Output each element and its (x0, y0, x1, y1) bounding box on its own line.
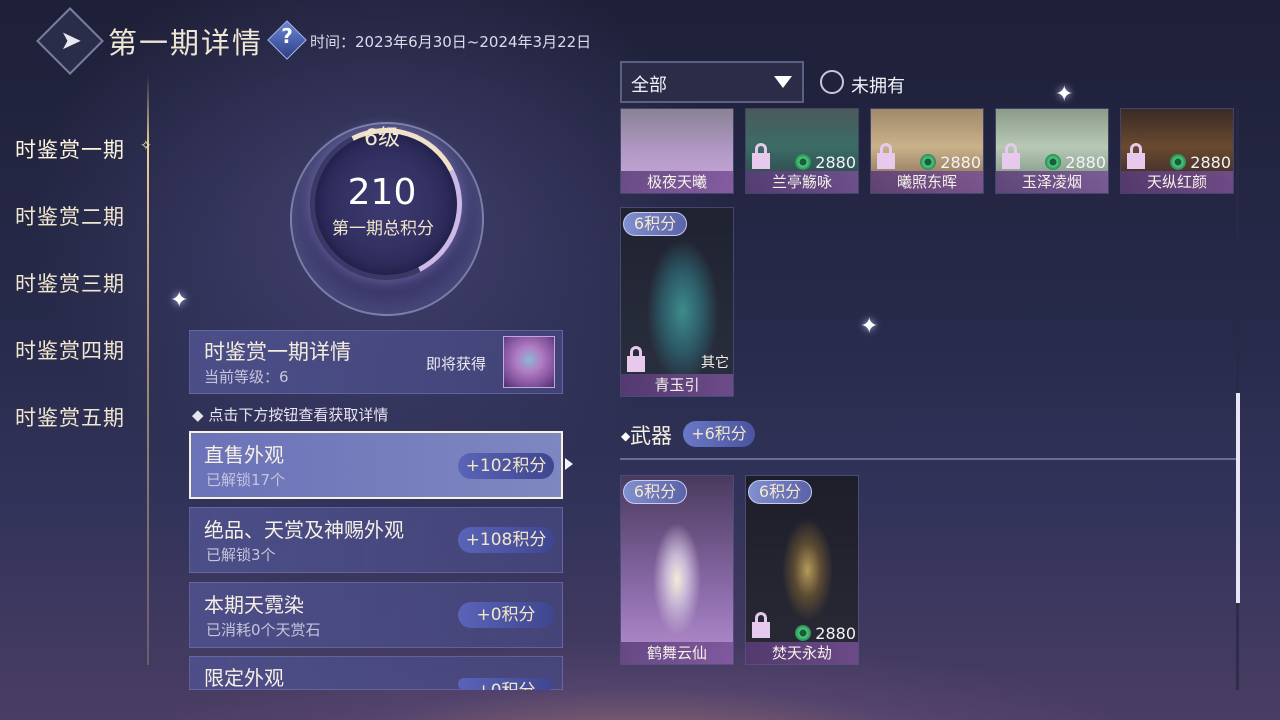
scrollbar-thumb[interactable] (1236, 393, 1240, 603)
source-title: 本期天霓染 (204, 593, 304, 617)
lock-icon (752, 143, 770, 171)
item-points-badge: 6积分 (748, 480, 812, 504)
item-card[interactable]: 6积分 其它 青玉引 (620, 207, 734, 397)
price-value: 2880 (815, 153, 856, 172)
nav-item-period-2[interactable]: 时鉴赏二期 (15, 201, 125, 231)
jade-coin-icon (795, 154, 812, 170)
item-name: 曦照东晖 (871, 171, 983, 193)
section-divider (620, 458, 1236, 460)
item-price: 2880 (1170, 153, 1231, 172)
period-label: 时间：2023年6月30日~2024年3月22日 (310, 33, 592, 51)
item-price: 2880 (795, 153, 856, 172)
source-points-badge: +0积分 (458, 678, 554, 690)
item-card[interactable]: 极夜天曦 (620, 108, 734, 194)
item-name: 玉泽凌烟 (996, 171, 1108, 193)
hint-label: 点击下方按钮查看获取详情 (208, 406, 389, 424)
price-value: 2880 (1065, 153, 1106, 172)
unowned-radio[interactable] (820, 70, 844, 94)
selected-arrow-icon (565, 458, 573, 470)
lock-icon (627, 346, 645, 374)
item-category-tag: 其它 (701, 355, 729, 371)
source-subtitle: 已解锁17个 (206, 471, 286, 489)
current-level: 当前等级：6 (204, 368, 289, 386)
item-art (621, 476, 733, 664)
level-label: 6级 (364, 126, 400, 151)
source-subtitle: 已消耗0个天赏石 (206, 621, 321, 639)
active-indicator-icon: ✧ (140, 138, 152, 154)
item-price: 2880 (920, 153, 981, 172)
back-arrow-icon: ➤ (60, 26, 82, 56)
item-card[interactable]: 2880 玉泽凌烟 (995, 108, 1109, 194)
lock-icon (1127, 143, 1145, 171)
sparkle-icon: ✦ (860, 314, 879, 339)
item-name: 天纵红颜 (1121, 171, 1233, 193)
price-value: 2880 (815, 624, 856, 643)
sparkle-icon: ✦ (170, 288, 189, 313)
item-name: 极夜天曦 (621, 171, 733, 193)
jade-coin-icon (1045, 154, 1062, 170)
dropdown-caret-icon (774, 76, 792, 88)
item-card[interactable]: 6积分 2880 焚天永劫 (745, 475, 859, 665)
total-score-label: 第一期总积分 (332, 219, 434, 239)
item-card[interactable]: 2880 天纵红颜 (1120, 108, 1234, 194)
jade-coin-icon (1170, 154, 1187, 170)
source-points-badge: +0积分 (458, 602, 554, 628)
sparkle-icon: ✦ (1055, 82, 1074, 107)
section-points-badge: +6积分 (683, 421, 755, 447)
item-price: 2880 (1045, 153, 1106, 172)
item-name: 青玉引 (621, 374, 733, 396)
question-mark-icon: ? (281, 24, 293, 48)
nav-item-period-3[interactable]: 时鉴赏三期 (15, 268, 125, 298)
lock-icon (752, 612, 770, 640)
item-name: 焚天永劫 (746, 642, 858, 664)
price-value: 2880 (940, 153, 981, 172)
unowned-label: 未拥有 (851, 76, 905, 97)
item-points-badge: 6积分 (623, 480, 687, 504)
jade-coin-icon (920, 154, 937, 170)
section-title: 武器 (630, 424, 672, 448)
section-bullet: ◆ (621, 429, 631, 443)
nav-item-period-5[interactable]: 时鉴赏五期 (15, 402, 125, 432)
filter-selected-value: 全部 (631, 75, 667, 96)
upcoming-reward-label: 即将获得 (426, 355, 487, 373)
source-points-badge: +108积分 (458, 527, 554, 553)
source-title: 绝品、天赏及神赐外观 (204, 518, 404, 542)
source-title: 限定外观 (204, 666, 284, 690)
item-name: 鹤舞云仙 (621, 642, 733, 664)
jade-coin-icon (795, 625, 812, 641)
lock-icon (877, 143, 895, 171)
hint-text: ◆ 点击下方按钮查看获取详情 (192, 406, 389, 424)
item-card[interactable]: 2880 兰亭觞咏 (745, 108, 859, 194)
item-points-badge: 6积分 (623, 212, 687, 236)
nav-divider (147, 75, 149, 665)
item-card[interactable]: 6积分 鹤舞云仙 (620, 475, 734, 665)
item-card[interactable]: 2880 曦照东晖 (870, 108, 984, 194)
source-subtitle: 已解锁3个 (206, 546, 276, 564)
detail-title: 时鉴赏一期详情 (204, 340, 351, 364)
total-score: 210 (347, 172, 417, 213)
source-title: 直售外观 (204, 443, 284, 467)
upcoming-reward-thumbnail[interactable] (503, 336, 555, 388)
source-points-badge: +102积分 (458, 453, 554, 479)
item-price: 2880 (795, 624, 856, 643)
nav-item-period-1[interactable]: 时鉴赏一期 (15, 134, 125, 164)
price-value: 2880 (1190, 153, 1231, 172)
item-name: 兰亭觞咏 (746, 171, 858, 193)
page-title: 第一期详情 (108, 26, 264, 60)
lock-icon (1002, 143, 1020, 171)
nav-item-period-4[interactable]: 时鉴赏四期 (15, 335, 125, 365)
